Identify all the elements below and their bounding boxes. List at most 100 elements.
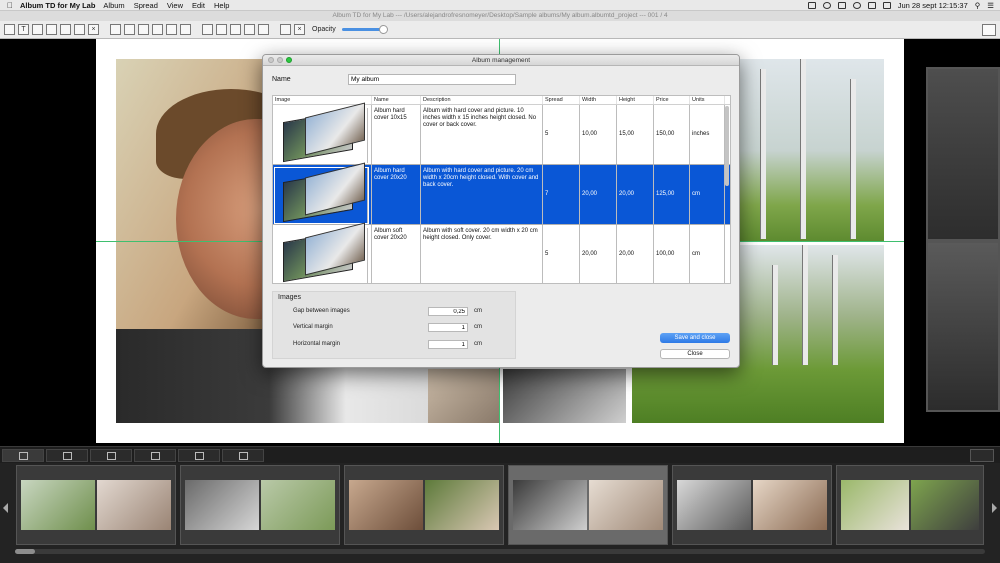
tab-effects[interactable]: [178, 449, 220, 462]
delete-icon[interactable]: ×: [294, 24, 305, 35]
align-top-icon[interactable]: [110, 24, 121, 35]
battery-icon[interactable]: [882, 1, 891, 9]
column-header-description[interactable]: Description: [421, 96, 543, 104]
close-button[interactable]: Close: [660, 349, 730, 359]
menu-edit[interactable]: Edit: [192, 1, 205, 10]
align-left-icon[interactable]: [4, 24, 15, 35]
menu-spread[interactable]: Spread: [134, 1, 158, 10]
menubar-clock[interactable]: Jun 28 sept 12:15:37: [898, 1, 968, 10]
fit-icon[interactable]: [60, 24, 71, 35]
text-tool-icon[interactable]: T: [18, 24, 29, 35]
align-middle-icon[interactable]: [124, 24, 135, 35]
frame-icon[interactable]: [32, 24, 43, 35]
row-price: 125,00: [654, 165, 690, 224]
rows-icon[interactable]: [258, 24, 269, 35]
menu-album[interactable]: Album: [103, 1, 124, 10]
album-products-table[interactable]: Image Name Description Spread Width Heig…: [272, 95, 731, 284]
distribute-h-icon[interactable]: [152, 24, 163, 35]
tab-photos[interactable]: [2, 449, 44, 462]
menu-list-icon[interactable]: ☰: [987, 1, 994, 10]
frame-alt-icon[interactable]: [46, 24, 57, 35]
table-row[interactable]: Album soft cover 20x20 Album with soft c…: [273, 222, 730, 283]
display-tray-icon[interactable]: [837, 1, 846, 9]
opacity-slider[interactable]: [341, 25, 388, 34]
column-header-width[interactable]: Width: [580, 96, 617, 104]
filmstrip-scroll-thumb[interactable]: [15, 549, 35, 554]
status-tray-icon[interactable]: [807, 1, 816, 9]
vertical-margin-unit: cm: [474, 324, 482, 330]
minimize-window-icon[interactable]: [277, 57, 283, 63]
size-width-icon[interactable]: [202, 24, 213, 35]
row-description: Album with hard cover and picture. 20 cm…: [421, 165, 543, 224]
tab-templates[interactable]: [222, 449, 264, 462]
column-header-spread[interactable]: Spread: [543, 96, 580, 104]
photo-dress-detail[interactable]: [503, 369, 626, 423]
table-scrollbar[interactable]: [725, 106, 729, 186]
album-thumbnail: [275, 222, 368, 283]
window-title: Album TD for My Lab --- /Users/alejandro…: [0, 11, 1000, 21]
gap-label: Gap between images: [293, 308, 350, 314]
filmstrip-toggle-icon[interactable]: [970, 449, 994, 462]
menu-view[interactable]: View: [167, 1, 183, 10]
align-bottom-icon[interactable]: [138, 24, 149, 35]
column-header-image[interactable]: Image: [273, 96, 372, 104]
row-width: 10,00: [580, 105, 617, 164]
rotate-icon[interactable]: [230, 24, 241, 35]
size-height-icon[interactable]: [216, 24, 227, 35]
columns-icon[interactable]: [244, 24, 255, 35]
horizontal-margin-input[interactable]: [428, 340, 468, 349]
spread-thumbnail[interactable]: [836, 465, 984, 545]
menu-app-name[interactable]: Album TD for My Lab: [20, 1, 95, 10]
row-units: cm: [690, 165, 725, 224]
center-icon[interactable]: [180, 24, 191, 35]
album-name-input[interactable]: [348, 74, 516, 85]
expand-icon[interactable]: [74, 24, 85, 35]
column-header-height[interactable]: Height: [617, 96, 654, 104]
distribute-v-icon[interactable]: [166, 24, 177, 35]
column-header-name[interactable]: Name: [372, 96, 421, 104]
gap-input[interactable]: [428, 307, 468, 316]
tab-layouts[interactable]: [46, 449, 88, 462]
zoom-window-icon[interactable]: [286, 57, 292, 63]
photo-trees-top[interactable]: [740, 59, 884, 242]
sync-tray-icon[interactable]: [822, 1, 831, 9]
search-icon[interactable]: ⚲: [975, 1, 981, 10]
table-row-selected[interactable]: Album hard cover 20x20 Album with hard c…: [273, 162, 730, 225]
table-row[interactable]: Album hard cover 10x15 Album with hard c…: [273, 102, 730, 165]
spread-thumbnail[interactable]: [672, 465, 832, 545]
spread-filmstrip[interactable]: [0, 463, 1000, 563]
spread-thumbnail-selected[interactable]: [508, 465, 668, 545]
rotate-corner-icon[interactable]: [280, 24, 291, 35]
panel-toggle-icon[interactable]: [982, 23, 996, 36]
row-price: 150,00: [654, 105, 690, 164]
column-header-price[interactable]: Price: [654, 96, 690, 104]
cross-icon[interactable]: ×: [88, 24, 99, 35]
row-name: Album soft cover 20x20: [372, 225, 421, 283]
vertical-margin-input[interactable]: [428, 323, 468, 332]
album-management-dialog: Album management Name Image Name Descrip…: [262, 54, 740, 368]
tab-backgrounds[interactable]: [134, 449, 176, 462]
images-settings-group: Images Gap between images cm Vertical ma…: [272, 291, 516, 359]
horizontal-margin-label: Horizontal margin: [293, 341, 341, 347]
tab-masks[interactable]: [90, 449, 132, 462]
next-spread-preview[interactable]: [926, 67, 1000, 412]
toolbar: T × × Opacity: [0, 21, 1000, 39]
volume-icon[interactable]: [867, 1, 876, 9]
close-window-icon[interactable]: [268, 57, 274, 63]
row-height: 15,00: [617, 105, 654, 164]
spread-thumbnail[interactable]: [16, 465, 176, 545]
opacity-label: Opacity: [312, 26, 336, 33]
apple-icon[interactable]: : [0, 1, 20, 10]
menu-help[interactable]: Help: [214, 1, 229, 10]
filmstrip-scrollbar[interactable]: [15, 549, 985, 554]
save-and-close-button[interactable]: Save and close: [660, 333, 730, 343]
scroll-left-icon[interactable]: [3, 503, 8, 513]
spread-thumbnail[interactable]: [180, 465, 340, 545]
wifi-icon[interactable]: [852, 1, 861, 9]
spread-thumbnail[interactable]: [344, 465, 504, 545]
column-header-units[interactable]: Units: [690, 96, 725, 104]
scroll-right-icon[interactable]: [992, 503, 997, 513]
photo-lace-detail[interactable]: [428, 369, 499, 423]
opacity-slider-knob[interactable]: [378, 25, 388, 34]
row-description: Album with soft cover. 20 cm width x 20 …: [421, 225, 543, 283]
